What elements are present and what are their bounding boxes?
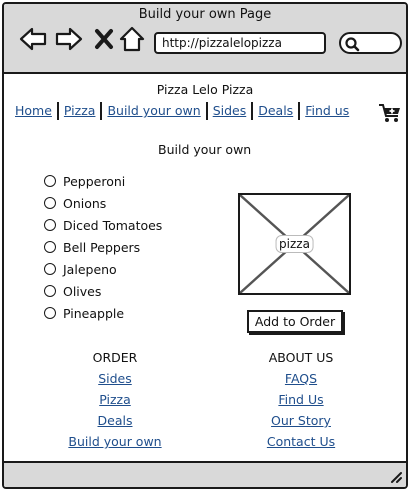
nav-link-build-your-own[interactable]: Build your own	[102, 101, 205, 121]
site-title: Pizza Lelo Pizza	[156, 82, 254, 97]
topping-label: Bell Peppers	[63, 239, 141, 255]
search-icon	[345, 37, 360, 52]
forward-button[interactable]	[54, 24, 84, 54]
browser-window: Build your own Page http://pizzalelopizz…	[2, 2, 408, 489]
topping-option-pepperoni[interactable]: Pepperoni	[44, 170, 162, 192]
topping-label: Olives	[63, 283, 102, 299]
radio-button[interactable]	[44, 307, 56, 319]
nav-link-home[interactable]: Home	[10, 101, 57, 121]
status-bar	[4, 461, 406, 487]
topping-option-jalepeno[interactable]: Jalepeno	[44, 258, 162, 280]
topping-label: Diced Tomatoes	[63, 217, 163, 233]
topping-option-bell-peppers[interactable]: Bell Peppers	[44, 236, 162, 258]
nav-link-deals[interactable]: Deals	[253, 101, 298, 121]
topping-label: Jalepeno	[63, 261, 117, 277]
topping-option-diced-tomatoes[interactable]: Diced Tomatoes	[44, 214, 162, 236]
browser-search-input[interactable]	[339, 32, 402, 54]
topping-label: Onions	[63, 195, 107, 211]
nav-link-find-us[interactable]: Find us	[300, 101, 354, 121]
topping-label: Pineapple	[63, 305, 125, 321]
footer-link-find-us[interactable]: Find Us	[231, 392, 371, 408]
topping-option-pineapple[interactable]: Pineapple	[44, 302, 162, 324]
close-icon	[95, 29, 113, 49]
footer-heading-order: ORDER	[92, 350, 138, 365]
radio-button[interactable]	[44, 285, 56, 297]
stop-button[interactable]	[89, 24, 119, 54]
url-input[interactable]	[162, 36, 318, 50]
back-button[interactable]	[18, 24, 48, 54]
radio-button[interactable]	[44, 263, 56, 275]
radio-button[interactable]	[44, 175, 56, 187]
main-navigation: Home Pizza Build your own Sides Deals Fi…	[10, 101, 354, 121]
window-title: Build your own Page	[138, 7, 272, 22]
footer-link-faqs[interactable]: FAQS	[231, 371, 371, 387]
footer-link-deals[interactable]: Deals	[45, 413, 185, 429]
footer-order-column: ORDER Sides Pizza Deals Build your own	[45, 350, 185, 455]
footer-link-contact-us[interactable]: Contact Us	[231, 434, 371, 450]
forward-arrow-icon	[55, 27, 83, 51]
topping-options: Pepperoni Onions Diced Tomatoes Bell Pep…	[44, 170, 162, 324]
footer-link-pizza[interactable]: Pizza	[45, 392, 185, 408]
add-to-order-button[interactable]: Add to Order	[247, 310, 343, 333]
browser-toolbar: Build your own Page	[4, 4, 406, 74]
nav-link-pizza[interactable]: Pizza	[59, 101, 101, 121]
footer-link-sides[interactable]: Sides	[45, 371, 185, 387]
footer-link-build-your-own[interactable]: Build your own	[45, 434, 185, 450]
radio-button[interactable]	[44, 219, 56, 231]
pizza-image-placeholder: pizza	[238, 193, 351, 295]
resize-grip-icon[interactable]	[388, 469, 402, 483]
home-button[interactable]	[117, 24, 147, 54]
radio-button[interactable]	[44, 197, 56, 209]
address-bar[interactable]	[154, 32, 326, 54]
image-label: pizza	[275, 235, 314, 253]
footer-heading-about: ABOUT US	[268, 350, 334, 365]
topping-label: Pepperoni	[63, 173, 126, 189]
home-icon	[119, 26, 145, 52]
topping-option-olives[interactable]: Olives	[44, 280, 162, 302]
back-arrow-icon	[19, 27, 47, 51]
radio-button[interactable]	[44, 241, 56, 253]
add-to-cart-icon[interactable]	[378, 103, 402, 123]
page-heading: Build your own	[158, 142, 252, 157]
nav-link-sides[interactable]: Sides	[208, 101, 252, 121]
footer-link-our-story[interactable]: Our Story	[231, 413, 371, 429]
footer-about-column: ABOUT US FAQS Find Us Our Story Contact …	[231, 350, 371, 455]
topping-option-onions[interactable]: Onions	[44, 192, 162, 214]
